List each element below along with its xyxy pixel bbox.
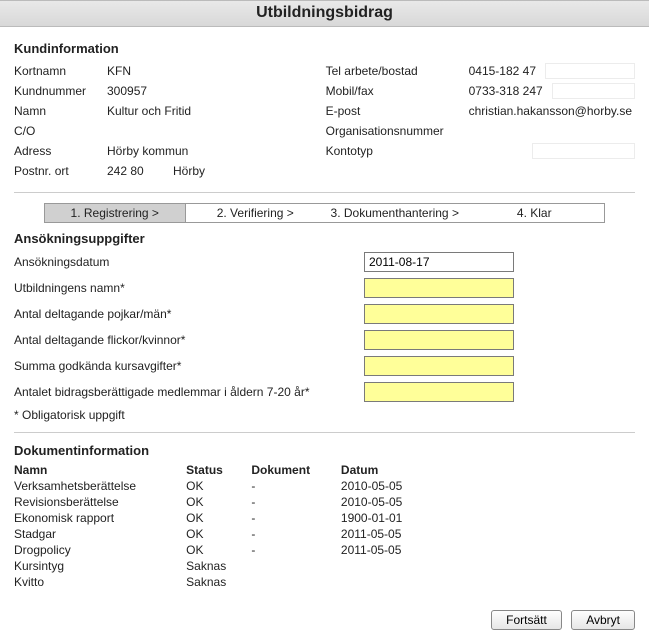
input-ansokningsdatum[interactable]	[364, 252, 514, 272]
cell-dokument	[251, 558, 341, 574]
cell-datum: 2010-05-05	[341, 494, 434, 510]
col-datum: Datum	[341, 462, 434, 478]
cell-dokument: -	[251, 510, 341, 526]
label-co: C/O	[14, 124, 104, 138]
extra-tel-field	[545, 63, 635, 79]
cell-dokument: -	[251, 478, 341, 494]
value-postnr: 242 80	[104, 163, 164, 179]
page-title: Utbildningsbidrag	[0, 0, 649, 27]
extra-mobil-field	[552, 83, 635, 99]
value-kontotyp	[466, 150, 526, 152]
label-ansokningsdatum: Ansökningsdatum	[14, 255, 364, 269]
cell-status: OK	[186, 478, 251, 494]
divider	[14, 432, 635, 433]
fortsatt-button[interactable]: Fortsätt	[491, 610, 562, 630]
cell-datum: 2011-05-05	[341, 526, 434, 542]
section-documents-heading: Dokumentinformation	[14, 443, 635, 458]
label-kundnummer: Kundnummer	[14, 84, 104, 98]
label-tel: Tel arbete/bostad	[326, 64, 466, 78]
col-namn: Namn	[14, 462, 186, 478]
value-kortnamn: KFN	[104, 63, 164, 79]
value-orgnr	[466, 130, 526, 132]
label-flickor: Antal deltagande flickor/kvinnor*	[14, 333, 364, 347]
label-orgnr: Organisationsnummer	[326, 124, 466, 138]
input-utbildningens-namn[interactable]	[364, 278, 514, 298]
value-namn: Kultur och Fritid	[104, 103, 244, 119]
cell-namn: Drogpolicy	[14, 542, 186, 558]
value-ort: Hörby	[170, 163, 230, 179]
cell-namn: Stadgar	[14, 526, 186, 542]
cell-status: OK	[186, 510, 251, 526]
cell-dokument: -	[251, 526, 341, 542]
value-mobil: 0733-318 247	[466, 83, 546, 99]
cell-dokument: -	[251, 494, 341, 510]
cell-datum: 1900-01-01	[341, 510, 434, 526]
value-co	[104, 130, 164, 132]
value-epost: christian.hakansson@horby.se	[466, 103, 635, 119]
cell-datum: 2011-05-05	[341, 542, 434, 558]
table-row: VerksamhetsberättelseOK-2010-05-05	[14, 478, 434, 494]
cell-namn: Revisionsberättelse	[14, 494, 186, 510]
label-mobil: Mobil/fax	[326, 84, 466, 98]
label-adress: Adress	[14, 144, 104, 158]
label-utbildningens-namn: Utbildningens namn*	[14, 281, 364, 295]
cell-status: OK	[186, 494, 251, 510]
step-bar: 1. Registrering > 2. Verifiering > 3. Do…	[44, 203, 605, 223]
cell-namn: Kursintyg	[14, 558, 186, 574]
label-kontotyp: Kontotyp	[326, 144, 466, 158]
label-postnr: Postnr. ort	[14, 164, 104, 178]
value-tel: 0415-182 47	[466, 63, 539, 79]
label-namn: Namn	[14, 104, 104, 118]
cell-datum	[341, 574, 434, 590]
label-epost: E-post	[326, 104, 466, 118]
table-row: KursintygSaknas	[14, 558, 434, 574]
col-dokument: Dokument	[251, 462, 341, 478]
cell-namn: Verksamhetsberättelse	[14, 478, 186, 494]
customer-info: Kortnamn KFN Kundnummer 300957 Namn Kult…	[14, 60, 635, 182]
label-summa: Summa godkända kursavgifter*	[14, 359, 364, 373]
avbryt-button[interactable]: Avbryt	[571, 610, 635, 630]
cell-status: OK	[186, 542, 251, 558]
label-pojkar: Antal deltagande pojkar/män*	[14, 307, 364, 321]
documents-table: Namn Status Dokument Datum Verksamhetsbe…	[14, 462, 434, 590]
label-kortnamn: Kortnamn	[14, 64, 104, 78]
step-3-dokumenthantering[interactable]: 3. Dokumenthantering >	[325, 204, 465, 222]
cell-datum: 2010-05-05	[341, 478, 434, 494]
input-pojkar[interactable]	[364, 304, 514, 324]
step-2-verifiering[interactable]: 2. Verifiering >	[186, 204, 326, 222]
cell-status: Saknas	[186, 558, 251, 574]
table-row: Ekonomisk rapportOK-1900-01-01	[14, 510, 434, 526]
input-summa[interactable]	[364, 356, 514, 376]
required-note: * Obligatorisk uppgift	[14, 408, 125, 422]
table-row: KvittoSaknas	[14, 574, 434, 590]
cell-datum	[341, 558, 434, 574]
cell-namn: Ekonomisk rapport	[14, 510, 186, 526]
cell-namn: Kvitto	[14, 574, 186, 590]
section-customer-heading: Kundinformation	[14, 41, 635, 56]
table-row: RevisionsberättelseOK-2010-05-05	[14, 494, 434, 510]
col-status: Status	[186, 462, 251, 478]
cell-status: Saknas	[186, 574, 251, 590]
label-medlemmar: Antalet bidragsberättigade medlemmar i å…	[14, 385, 364, 399]
cell-dokument	[251, 574, 341, 590]
input-flickor[interactable]	[364, 330, 514, 350]
divider	[14, 192, 635, 193]
step-1-registrering[interactable]: 1. Registrering >	[45, 204, 186, 222]
table-row: DrogpolicyOK-2011-05-05	[14, 542, 434, 558]
section-application-heading: Ansökningsuppgifter	[14, 231, 635, 246]
value-adress: Hörby kommun	[104, 143, 244, 159]
extra-kontotyp-field	[532, 143, 635, 159]
table-row: StadgarOK-2011-05-05	[14, 526, 434, 542]
cell-dokument: -	[251, 542, 341, 558]
cell-status: OK	[186, 526, 251, 542]
step-4-klar[interactable]: 4. Klar	[465, 204, 605, 222]
input-medlemmar[interactable]	[364, 382, 514, 402]
value-kundnummer: 300957	[104, 83, 164, 99]
